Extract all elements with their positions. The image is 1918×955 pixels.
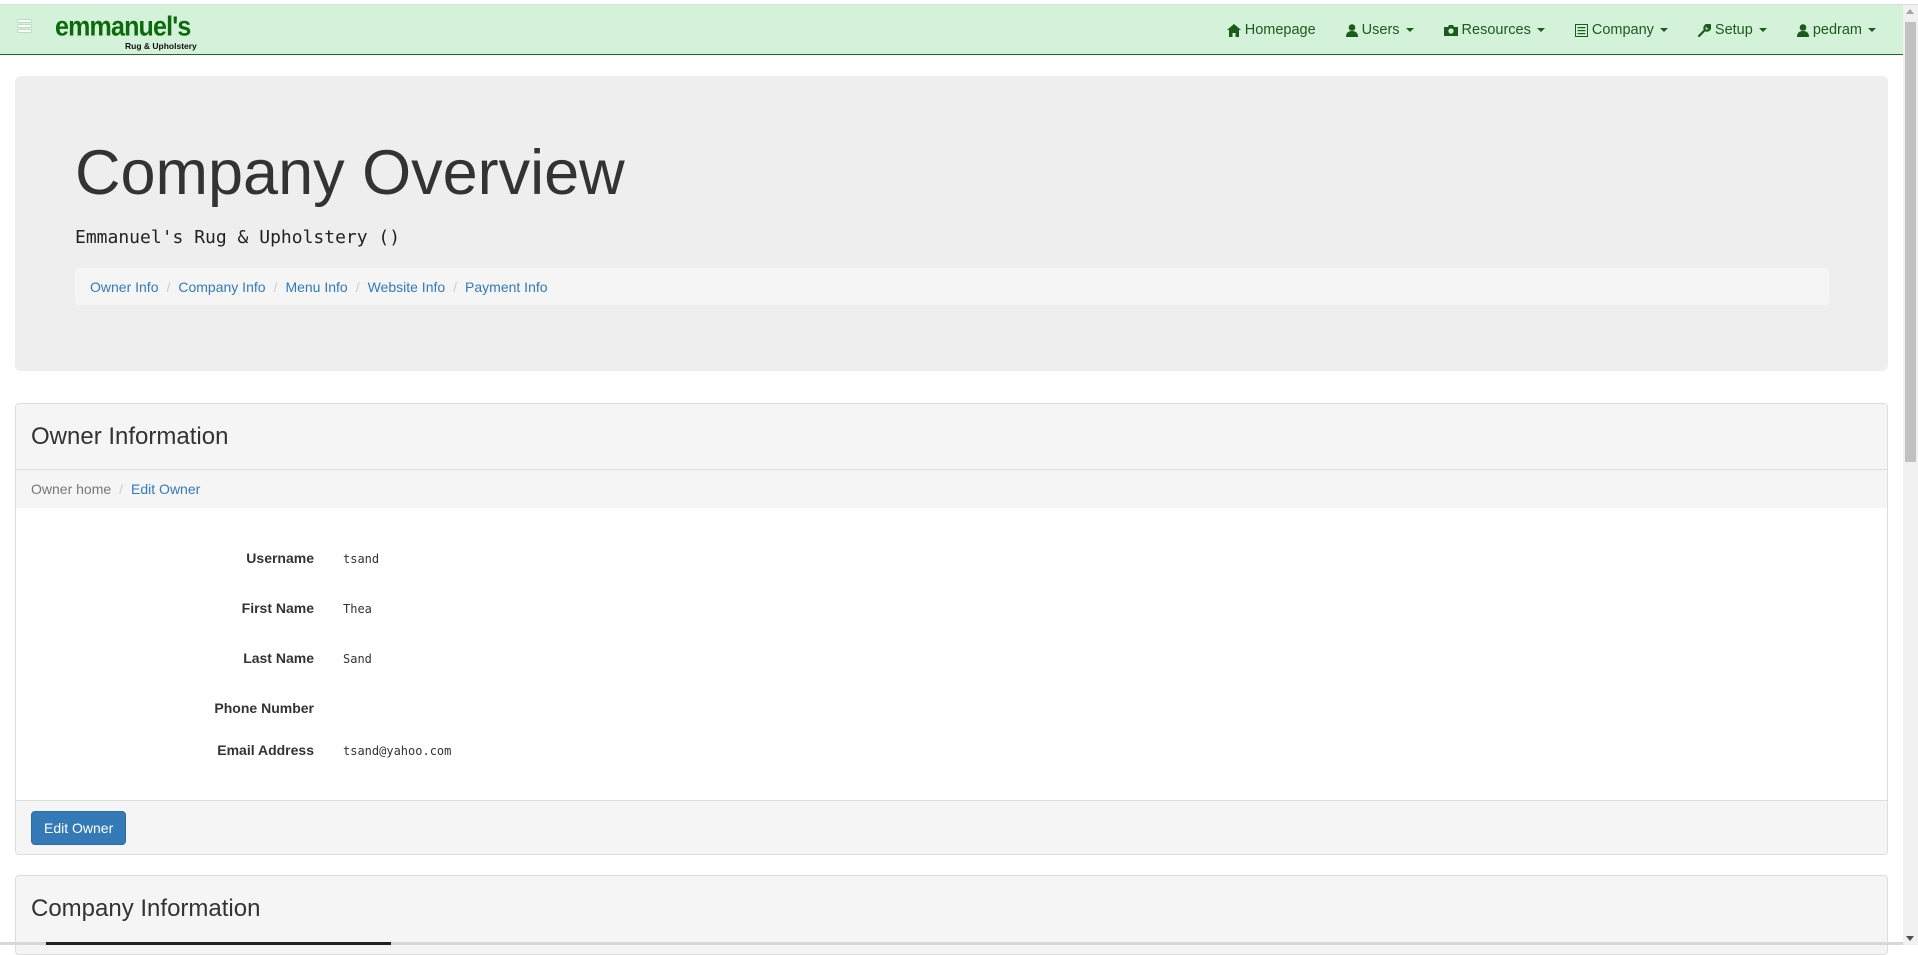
nav-item-homepage[interactable]: Homepage	[1212, 5, 1331, 55]
brand-tagline: Rug & Upholstery	[125, 41, 197, 51]
email-address-value: tsand@yahoo.com	[343, 744, 452, 758]
phone-number-label: Phone Number	[214, 700, 314, 716]
last-name-label: Last Name	[243, 650, 314, 666]
scroll-down-icon[interactable]	[1906, 936, 1914, 941]
scrollbar-thumb[interactable]	[1905, 22, 1916, 462]
crumb-website-info[interactable]: Website Info	[368, 279, 446, 295]
camera-icon	[1443, 25, 1458, 36]
user-icon	[1345, 23, 1358, 37]
email-address-label: Email Address	[217, 742, 314, 758]
vertical-scrollbar[interactable]	[1903, 5, 1918, 945]
crumb-owner-home: Owner home	[31, 481, 112, 497]
wrench-icon	[1697, 23, 1711, 37]
first-name-label: First Name	[241, 600, 314, 616]
nav-item-user-account[interactable]: pedram	[1782, 5, 1891, 55]
nav-item-label: Users	[1361, 22, 1400, 38]
caret-down-icon	[1405, 28, 1414, 32]
caret-down-icon	[1536, 28, 1545, 32]
page-title: Company Overview	[75, 138, 625, 208]
nav-item-label: Resources	[1461, 22, 1531, 38]
breadcrumb-separator: /	[166, 278, 171, 295]
panel-heading: Owner Information	[16, 404, 1887, 470]
nav-item-company[interactable]: Company	[1560, 5, 1683, 55]
crumb-owner-info[interactable]: Owner Info	[90, 279, 158, 295]
nav-menu: Homepage Users Resources Company Setup p…	[1212, 5, 1891, 55]
crumb-edit-owner[interactable]: Edit Owner	[131, 481, 200, 497]
user-icon	[1796, 23, 1809, 37]
list-alt-icon	[1574, 23, 1588, 37]
breadcrumb-separator: /	[453, 278, 458, 295]
caret-down-icon	[1868, 28, 1876, 32]
menu-toggle-icon[interactable]	[18, 18, 34, 34]
edit-owner-button[interactable]: Edit Owner	[31, 811, 127, 845]
brand-name: emmanuel's	[55, 10, 191, 42]
nav-item-resources[interactable]: Resources	[1429, 5, 1560, 55]
crumb-menu-info[interactable]: Menu Info	[285, 279, 347, 295]
caret-down-icon	[1659, 28, 1668, 32]
nav-item-label: Homepage	[1244, 22, 1316, 38]
nav-item-label: pedram	[1812, 22, 1862, 38]
caret-down-icon	[1758, 28, 1767, 32]
first-name-value: Thea	[343, 602, 372, 616]
nav-item-setup[interactable]: Setup	[1683, 5, 1782, 55]
company-subtitle: Emmanuel's Rug & Upholstery ()	[75, 227, 401, 248]
nav-item-users[interactable]: Users	[1331, 5, 1429, 55]
page-header: Company Overview Emmanuel's Rug & Uphols…	[15, 76, 1888, 371]
crumb-payment-info[interactable]: Payment Info	[465, 279, 548, 295]
breadcrumb-separator: /	[355, 278, 360, 295]
owner-breadcrumb: Owner home / Edit Owner	[16, 470, 1887, 508]
brand-logo[interactable]: emmanuel's Rug & Upholstery	[55, 10, 197, 51]
panel-title: Owner Information	[31, 422, 229, 450]
nav-item-label: Setup	[1714, 22, 1753, 38]
owner-information-panel: Owner Information Owner home / Edit Owne…	[15, 403, 1888, 855]
panel-title: Company Information	[31, 895, 261, 922]
breadcrumb-separator: /	[119, 481, 124, 497]
panel-footer: Edit Owner	[16, 800, 1887, 854]
scroll-up-icon[interactable]	[1906, 9, 1914, 14]
username-label: Username	[246, 550, 314, 566]
section-breadcrumb: Owner Info / Company Info / Menu Info / …	[75, 268, 1829, 305]
last-name-value: Sand	[343, 652, 372, 666]
username-value: tsand	[343, 552, 380, 566]
breadcrumb-separator: /	[273, 278, 278, 295]
top-navbar: emmanuel's Rug & Upholstery Homepage Use…	[0, 5, 1903, 55]
owner-details: Username tsand First Name Thea Last Name…	[16, 508, 1887, 802]
crumb-company-info[interactable]: Company Info	[178, 279, 265, 295]
nav-item-label: Company	[1591, 22, 1654, 38]
home-icon	[1226, 23, 1241, 37]
